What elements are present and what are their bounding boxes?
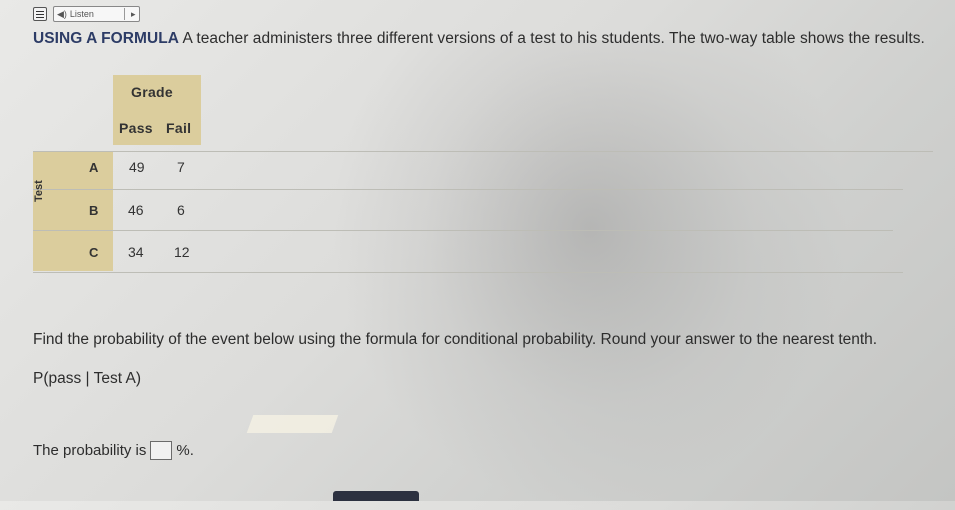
menu-icon[interactable] xyxy=(33,7,47,21)
listen-label: Listen xyxy=(69,9,94,19)
table-cell: 12 xyxy=(174,244,190,260)
row-label: A xyxy=(89,160,99,175)
row-label: C xyxy=(89,245,99,260)
answer-suffix: % xyxy=(176,442,190,459)
question-body: A teacher administers three different ve… xyxy=(182,30,925,47)
table-divider xyxy=(33,189,903,190)
event-expression: P(pass | Test A) xyxy=(33,370,141,387)
answer-prefix: The probability is xyxy=(33,442,147,459)
screen-glare xyxy=(246,415,339,433)
instructions-text: Find the probability of the event below … xyxy=(33,331,878,348)
table-cell: 7 xyxy=(177,159,185,175)
table-divider xyxy=(33,272,903,273)
answer-end: . xyxy=(189,442,194,459)
column-header-pass: Pass xyxy=(119,120,153,136)
question-text: USING A FORMULA A teacher administers th… xyxy=(33,30,933,48)
table-divider xyxy=(33,230,893,231)
row-label: B xyxy=(89,203,99,218)
table-divider xyxy=(33,151,933,152)
test-label-panel xyxy=(33,152,113,271)
answer-row: The probability is % . xyxy=(33,441,194,460)
answer-input[interactable] xyxy=(150,441,173,460)
bottom-tab[interactable] xyxy=(333,491,419,501)
table-cell: 6 xyxy=(177,202,185,218)
speaker-icon: ◀) xyxy=(57,8,67,19)
table-cell: 46 xyxy=(128,202,144,218)
play-icon[interactable]: ▸ xyxy=(131,9,136,20)
toolbar: ◀) Listen ▸ xyxy=(33,6,141,22)
column-group-header: Grade xyxy=(131,84,173,100)
background-shadow xyxy=(330,40,850,510)
listen-button[interactable]: ◀) Listen ▸ xyxy=(53,6,141,22)
row-group-header: Test xyxy=(33,180,45,202)
table-cell: 49 xyxy=(129,159,145,175)
question-heading: USING A FORMULA xyxy=(33,30,179,47)
table-cell: 34 xyxy=(128,244,144,260)
column-header-fail: Fail xyxy=(166,120,192,136)
